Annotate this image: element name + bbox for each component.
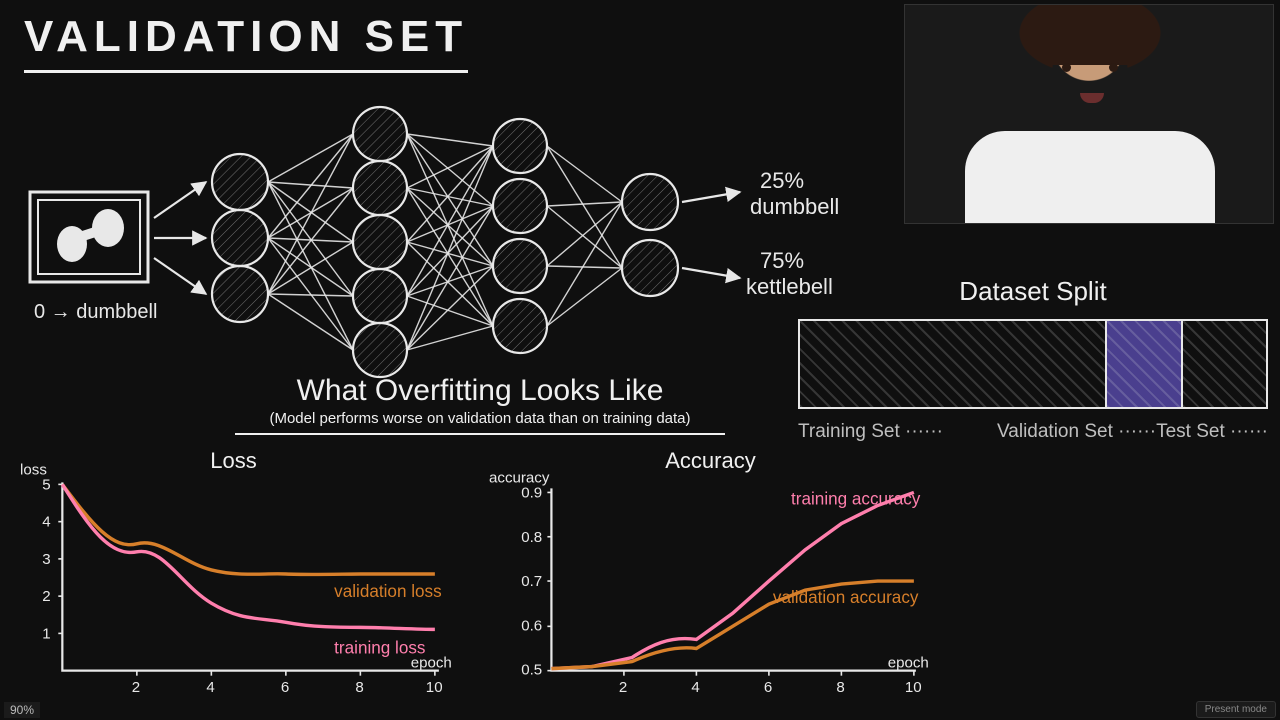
split-bar bbox=[798, 319, 1268, 409]
svg-text:3: 3 bbox=[42, 551, 50, 568]
svg-text:0.5: 0.5 bbox=[521, 662, 542, 679]
split-label-test: Test Set ······ bbox=[1156, 421, 1268, 443]
svg-text:0.6: 0.6 bbox=[521, 617, 542, 634]
acc-xticks: 2 4 6 8 10 bbox=[619, 671, 922, 696]
loss-validation-curve bbox=[62, 484, 435, 574]
acc-training-curve bbox=[551, 492, 913, 668]
svg-text:2: 2 bbox=[132, 679, 140, 696]
loss-series1-label: validation loss bbox=[334, 582, 441, 601]
layer-2 bbox=[353, 107, 407, 377]
overfit-heading: What Overfitting Looks Like (Model perfo… bbox=[235, 374, 725, 435]
overfit-sub: (Model performs worse on validation data… bbox=[235, 410, 725, 435]
svg-text:10: 10 bbox=[905, 679, 922, 696]
split-seg-val bbox=[1107, 321, 1183, 407]
dataset-split: Dataset Split Training Set ······ Valida… bbox=[798, 276, 1268, 443]
split-seg-train bbox=[800, 321, 1107, 407]
charts-row: Loss loss 1 2 3 4 5 2 4 6 8 bbox=[12, 440, 932, 710]
loss-yticks: 1 2 3 4 5 bbox=[42, 476, 62, 642]
split-title: Dataset Split bbox=[798, 276, 1268, 307]
loss-chart: Loss loss 1 2 3 4 5 2 4 6 8 bbox=[12, 440, 455, 710]
acc-series1-label: validation accuracy bbox=[773, 588, 919, 607]
svg-text:2: 2 bbox=[42, 588, 50, 605]
neural-net-diagram: 0 → dumbbell bbox=[20, 110, 890, 370]
edges-23 bbox=[407, 134, 493, 350]
split-labels: Training Set ······ Validation Set ·····… bbox=[798, 421, 1268, 443]
svg-text:4: 4 bbox=[42, 514, 50, 531]
acc-chart-svg: accuracy 0.5 0.6 0.7 0.8 0.9 2 4 6 8 10 bbox=[489, 440, 932, 710]
shirt-text-top: Wonder bbox=[1060, 179, 1109, 197]
zoom-level[interactable]: 90% bbox=[4, 702, 40, 718]
shirt-text-bottom: Woman bbox=[1060, 194, 1109, 206]
svg-text:4: 4 bbox=[206, 679, 214, 696]
accuracy-chart: Accuracy accuracy 0.5 0.6 0.7 0.8 0.9 2 … bbox=[489, 440, 932, 710]
svg-text:6: 6 bbox=[281, 679, 289, 696]
acc-xlabel: epoch bbox=[888, 655, 929, 672]
loss-chart-svg: loss 1 2 3 4 5 2 4 6 8 10 bbox=[12, 440, 455, 710]
layer-3 bbox=[493, 119, 547, 353]
svg-text:6: 6 bbox=[764, 679, 772, 696]
presenter-webcam: Wonder Woman bbox=[904, 4, 1274, 224]
page-title: VALIDATION SET bbox=[24, 12, 468, 73]
svg-text:0.7: 0.7 bbox=[521, 573, 542, 590]
overfit-title: What Overfitting Looks Like bbox=[235, 374, 725, 408]
present-button[interactable]: Present mode bbox=[1196, 701, 1276, 718]
loss-training-curve bbox=[62, 484, 435, 629]
input-caption: 0 → dumbbell bbox=[34, 301, 157, 323]
split-seg-test bbox=[1183, 321, 1266, 407]
svg-text:4: 4 bbox=[691, 679, 699, 696]
svg-text:10: 10 bbox=[426, 679, 443, 696]
svg-text:0.8: 0.8 bbox=[521, 529, 542, 546]
svg-text:0.9: 0.9 bbox=[521, 484, 542, 501]
nn-svg: 0 → dumbbell bbox=[20, 110, 890, 370]
svg-text:1: 1 bbox=[42, 625, 50, 642]
shirt-logo: Wonder Woman bbox=[1060, 180, 1110, 206]
svg-text:8: 8 bbox=[355, 679, 363, 696]
split-label-train: Training Set ······ bbox=[798, 421, 997, 443]
acc-yticks: 0.5 0.6 0.7 0.8 0.9 bbox=[521, 484, 551, 678]
layer-1 bbox=[212, 154, 268, 322]
out1-pct: 25% bbox=[760, 168, 804, 193]
edges-12 bbox=[268, 134, 353, 350]
split-label-val: Validation Set ······ bbox=[997, 421, 1156, 443]
svg-text:5: 5 bbox=[42, 476, 50, 493]
acc-chart-title: Accuracy bbox=[665, 448, 755, 474]
svg-text:2: 2 bbox=[619, 679, 627, 696]
out2-pct: 75% bbox=[760, 248, 804, 273]
input-image-icon bbox=[30, 192, 148, 282]
loss-chart-title: Loss bbox=[210, 448, 256, 474]
svg-text:8: 8 bbox=[836, 679, 844, 696]
face-eyes bbox=[1062, 63, 1118, 71]
loss-xticks: 2 4 6 8 10 bbox=[132, 671, 443, 696]
acc-series2-label: training accuracy bbox=[791, 490, 921, 509]
loss-series2-label: training loss bbox=[334, 639, 425, 658]
out1-label: dumbbell bbox=[750, 194, 839, 219]
face-mouth bbox=[1080, 93, 1104, 103]
layer-4 bbox=[622, 174, 678, 296]
edges-34 bbox=[547, 146, 622, 326]
